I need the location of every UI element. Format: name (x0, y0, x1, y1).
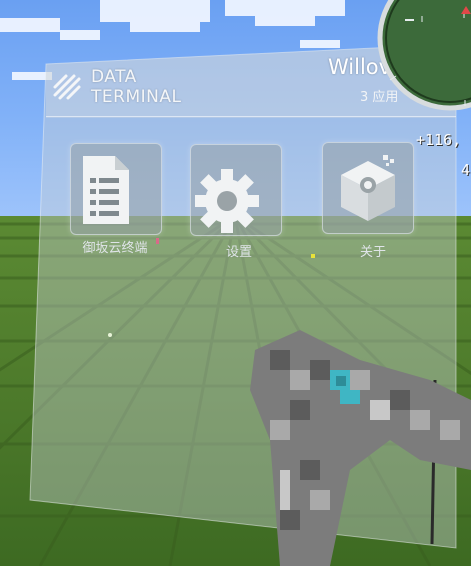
particle (156, 238, 159, 244)
gear-icon (195, 169, 259, 233)
app-label-misaka-cloud-terminal[interactable]: 御坂云终端 (60, 237, 170, 256)
coordinates-readout-x: +116, (416, 131, 462, 149)
app-label-settings[interactable]: 设置 (184, 241, 294, 260)
app-tile-misaka-cloud-terminal[interactable] (70, 143, 162, 235)
data-terminal-logo-icon (53, 74, 81, 100)
app-tile-settings[interactable] (190, 144, 282, 236)
header-divider (46, 116, 456, 117)
app-tile-about[interactable] (322, 142, 414, 234)
brand-title: DATA TERMINAL (91, 67, 181, 107)
compass-minimap (377, 0, 471, 111)
particle (311, 254, 315, 258)
particle (108, 333, 112, 337)
brand-line-2: TERMINAL (91, 87, 182, 107)
coordinates-readout-y: 4 (461, 161, 471, 179)
held-item (250, 330, 471, 566)
document-list-icon (83, 156, 129, 224)
brand-line-1: DATA (91, 67, 137, 87)
cube-icon (341, 155, 395, 221)
app-label-about[interactable]: 关于 (318, 241, 428, 260)
